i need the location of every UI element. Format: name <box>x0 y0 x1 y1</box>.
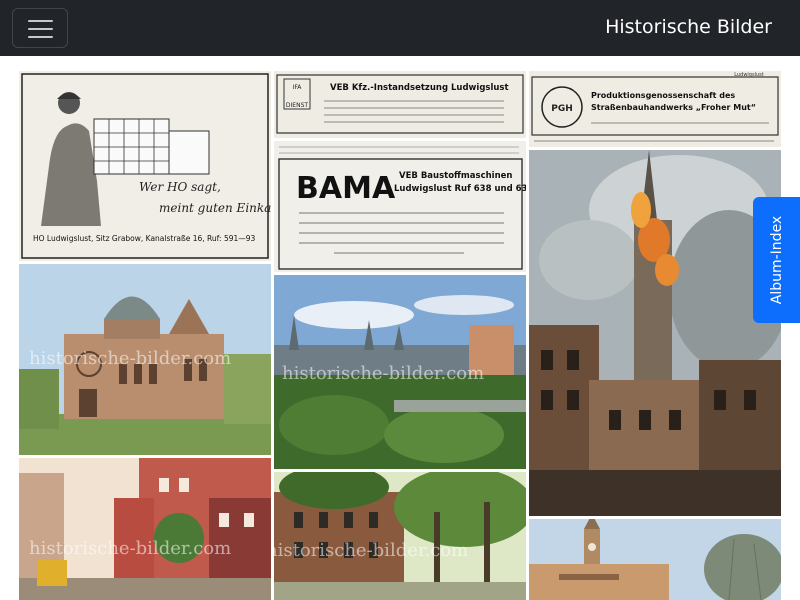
hamburger-menu-icon[interactable] <box>12 8 68 48</box>
pgh-title-line1: Produktionsgenossenschaft des <box>591 91 735 100</box>
photo-bama-advertisement[interactable]: BAMA VEB Baustoffmaschinen Ludwigslust R… <box>274 141 526 272</box>
photo-ho-advertisement[interactable]: Wer HO sagt, meint guten Einkauf HO Ludw… <box>19 71 271 261</box>
photo-city-aerial[interactable]: historische-bilder.com <box>274 275 526 469</box>
ho-footer: HO Ludwigslust, Sitz Grabow, Kanalstraße… <box>33 234 256 243</box>
photo-street-tram[interactable]: historische-bilder.com <box>19 458 271 600</box>
bama-title-line1: VEB Baustoffmaschinen <box>399 171 512 181</box>
photo-pgh-advertisement[interactable]: PGH Ludwigslust Produktionsgenossenschaf… <box>529 71 781 147</box>
navbar-brand[interactable]: Historische Bilder <box>605 14 772 40</box>
veb-kfz-title: VEB Kfz.-Instandsetzung Ludwigslust <box>330 83 509 93</box>
watermark: historische-bilder.com <box>274 540 468 561</box>
ho-slogan-line1: Wer HO sagt, <box>139 180 221 194</box>
photo-synagogue[interactable]: historische-bilder.com <box>19 264 271 455</box>
navbar: Historische Bilder <box>0 0 800 56</box>
bama-title-line2: Ludwigslust Ruf 638 und 639 <box>394 184 526 194</box>
pgh-logo: PGH <box>551 104 573 114</box>
ho-slogan-line2: meint guten Einkauf <box>159 201 271 215</box>
watermark: historische-bilder.com <box>29 348 231 369</box>
photo-veb-kfz-advertisement[interactable]: IFA DIENST VEB Kfz.-Instandsetzung Ludwi… <box>274 71 526 138</box>
bama-logo: BAMA <box>296 171 396 206</box>
watermark: historische-bilder.com <box>282 363 484 384</box>
photo-clock-tower-building[interactable] <box>529 519 781 600</box>
svg-text:IFA: IFA <box>293 84 303 91</box>
watermark: historische-bilder.com <box>29 538 231 559</box>
photo-burning-church-tower[interactable] <box>529 150 781 516</box>
album-index-label: Album-Index <box>768 215 785 305</box>
svg-text:DIENST: DIENST <box>286 102 308 109</box>
pgh-title-line2: Straßenbauhandwerks „Froher Mut“ <box>591 103 756 112</box>
pgh-tag: Ludwigslust <box>734 72 763 78</box>
album-index-button[interactable]: Album-Index <box>753 197 800 323</box>
photo-tree-lined-street[interactable]: historische-bilder.com <box>274 472 526 600</box>
